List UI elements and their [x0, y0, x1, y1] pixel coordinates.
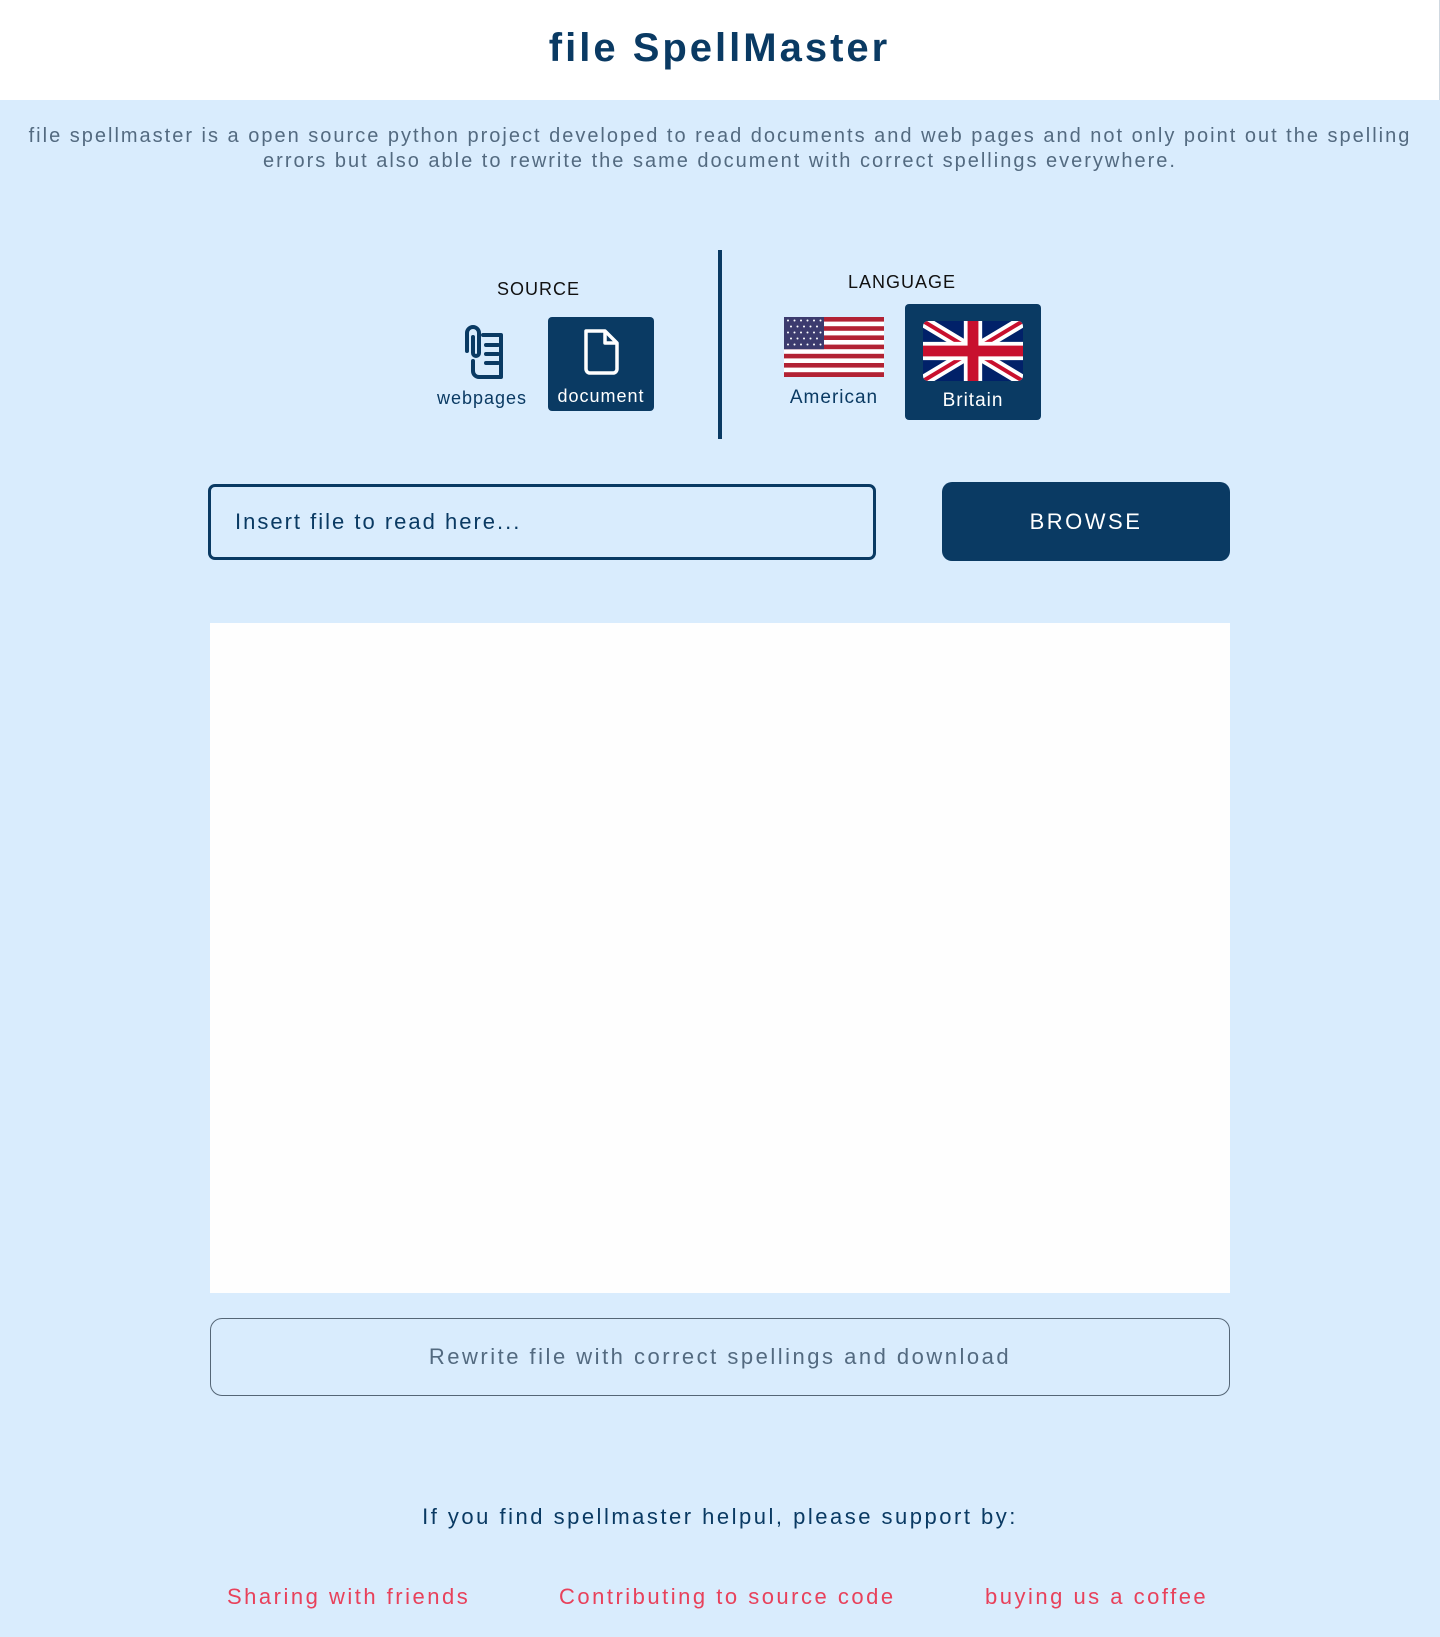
- us-flag-icon: [784, 317, 884, 382]
- file-icon: [581, 327, 621, 382]
- language-label: LANGUAGE: [848, 272, 957, 292]
- contribute-link[interactable]: Contributing to source code: [559, 1584, 896, 1610]
- app-description: file spellmaster is a open source python…: [28, 125, 1412, 172]
- app-title: file SpellMaster: [548, 26, 891, 70]
- share-link[interactable]: Sharing with friends: [227, 1584, 470, 1610]
- browse-button[interactable]: BROWSE: [942, 482, 1230, 561]
- support-message: If you find spellmaster helpul, please s…: [422, 1504, 1018, 1529]
- header: file SpellMaster: [0, 0, 1440, 100]
- source-option-label: webpages: [436, 388, 528, 408]
- rewrite-download-button[interactable]: Rewrite file with correct spellings and …: [210, 1318, 1230, 1396]
- language-option-britain[interactable]: Britain: [905, 304, 1041, 420]
- uk-flag-icon: [923, 321, 1023, 386]
- result-output-area: [210, 623, 1230, 1293]
- clipped-pages-icon: [457, 325, 507, 384]
- source-label: SOURCE: [497, 279, 581, 299]
- source-option-webpages[interactable]: webpages: [430, 320, 534, 410]
- source-option-document[interactable]: document: [548, 317, 654, 411]
- language-option-label: American: [789, 387, 879, 408]
- language-option-american[interactable]: American: [778, 310, 890, 410]
- language-option-label: Britain: [942, 390, 1004, 411]
- section-divider: [718, 250, 722, 439]
- source-option-label: document: [557, 386, 645, 406]
- file-path-input[interactable]: [208, 484, 876, 560]
- coffee-link[interactable]: buying us a coffee: [985, 1584, 1208, 1610]
